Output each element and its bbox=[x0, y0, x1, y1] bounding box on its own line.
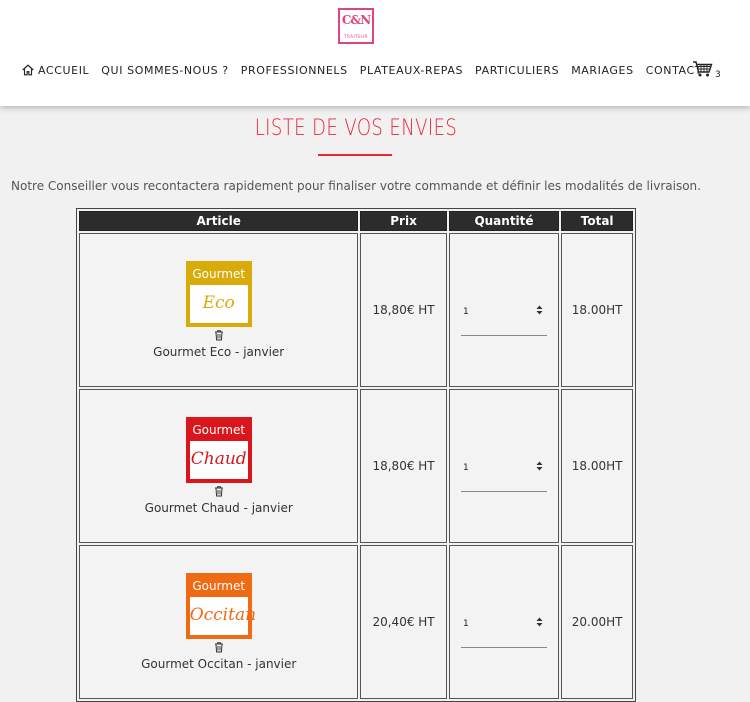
product-image-brand: Gourmet bbox=[192, 579, 246, 593]
product-image-variant: Eco bbox=[202, 293, 235, 313]
quantity-value: 1 bbox=[462, 618, 469, 629]
nav-label: PROFESSIONNELS bbox=[240, 63, 348, 77]
nav-label: PARTICULIERS bbox=[475, 63, 560, 77]
price-cell: 18,80€ HT bbox=[360, 233, 447, 387]
column-header-prix: Prix bbox=[360, 211, 447, 231]
trash-icon[interactable] bbox=[213, 329, 225, 341]
trash-icon[interactable] bbox=[213, 485, 225, 497]
quantity-value: 1 bbox=[462, 306, 469, 317]
total-cell: 18.00HT bbox=[561, 233, 633, 387]
table-row: Gourmet Occitan Gourmet Occitan - janvie… bbox=[79, 545, 633, 699]
product-image-brand: Gourmet bbox=[192, 267, 246, 281]
nav-item-qui-sommes-nous[interactable]: QUI SOMMES-NOUS ? bbox=[101, 64, 228, 77]
price-cell: 20,40€ HT bbox=[360, 545, 447, 699]
quantity-stepper[interactable]: 1 bbox=[460, 597, 547, 648]
cart-icon bbox=[693, 61, 713, 77]
title-divider bbox=[318, 154, 392, 156]
spinner-arrows-icon[interactable] bbox=[536, 460, 543, 472]
product-name[interactable]: Gourmet Chaud - janvier bbox=[80, 501, 357, 515]
nav-item-mariages[interactable]: MARIAGES bbox=[571, 64, 634, 77]
quantity-stepper[interactable]: 1 bbox=[460, 441, 547, 492]
article-cell: Gourmet Eco Gourmet Eco - janvier bbox=[79, 233, 359, 387]
column-header-quantite: Quantité bbox=[448, 211, 560, 231]
site-header: C&N TRAITEUR ACCUEIL QUI SOMMES-NOUS ? P… bbox=[0, 0, 750, 106]
nav-label: QUI SOMMES-NOUS ? bbox=[101, 63, 229, 77]
nav-label: ACCUEIL bbox=[38, 63, 90, 77]
wishlist-table: Article Prix Quantité Total Gourmet Eco … bbox=[76, 208, 636, 702]
nav-item-accueil[interactable]: ACCUEIL bbox=[21, 63, 89, 77]
logo-mark: C&N bbox=[341, 13, 371, 27]
nav-item-professionnels[interactable]: PROFESSIONNELS bbox=[241, 64, 348, 77]
quantity-cell: 1 bbox=[448, 545, 560, 699]
product-image-brand: Gourmet bbox=[192, 423, 246, 437]
product-image-variant: Chaud bbox=[190, 449, 247, 469]
nav-label: MARIAGES bbox=[571, 63, 634, 77]
product-image[interactable]: Gourmet Chaud bbox=[185, 417, 252, 483]
intro-text: Notre Conseiller vous recontactera rapid… bbox=[11, 179, 701, 193]
cart-button[interactable]: 3 bbox=[692, 60, 721, 80]
trash-icon[interactable] bbox=[213, 641, 225, 653]
home-icon bbox=[22, 64, 34, 76]
table-row: Gourmet Eco Gourmet Eco - janvier 18,80€… bbox=[79, 233, 633, 387]
total-cell: 18.00HT bbox=[561, 389, 633, 543]
brand-logo[interactable]: C&N TRAITEUR bbox=[338, 8, 374, 44]
product-name[interactable]: Gourmet Eco - janvier bbox=[80, 345, 357, 359]
quantity-value: 1 bbox=[462, 462, 469, 473]
main-navigation: ACCUEIL QUI SOMMES-NOUS ? PROFESSIONNELS… bbox=[21, 62, 714, 78]
spinner-arrows-icon[interactable] bbox=[536, 304, 543, 316]
quantity-cell: 1 bbox=[448, 389, 560, 543]
logo-subtitle: TRAITEUR bbox=[344, 34, 368, 39]
article-cell: Gourmet Chaud Gourmet Chaud - janvier bbox=[79, 389, 359, 543]
product-image-variant: Occitan bbox=[189, 605, 257, 625]
column-header-article: Article bbox=[79, 211, 359, 231]
product-name[interactable]: Gourmet Occitan - janvier bbox=[80, 657, 357, 671]
article-cell: Gourmet Occitan Gourmet Occitan - janvie… bbox=[79, 545, 359, 699]
price-cell: 18,80€ HT bbox=[360, 389, 447, 543]
quantity-cell: 1 bbox=[448, 233, 560, 387]
cart-count: 3 bbox=[715, 70, 721, 80]
nav-label: PLATEAUX-REPAS bbox=[359, 63, 464, 77]
page-title: LISTE DE VOS ENVIES bbox=[254, 116, 458, 141]
product-image[interactable]: Gourmet Eco bbox=[185, 261, 252, 327]
table-row: Gourmet Chaud Gourmet Chaud - janvier 18… bbox=[79, 389, 633, 543]
table-header-row: Article Prix Quantité Total bbox=[79, 211, 633, 231]
column-header-total: Total bbox=[561, 211, 633, 231]
total-cell: 20.00HT bbox=[561, 545, 633, 699]
quantity-stepper[interactable]: 1 bbox=[460, 285, 547, 336]
product-image[interactable]: Gourmet Occitan bbox=[185, 573, 257, 639]
nav-item-plateaux-repas[interactable]: PLATEAUX-REPAS bbox=[360, 64, 463, 77]
spinner-arrows-icon[interactable] bbox=[536, 616, 543, 628]
nav-item-particuliers[interactable]: PARTICULIERS bbox=[475, 64, 559, 77]
